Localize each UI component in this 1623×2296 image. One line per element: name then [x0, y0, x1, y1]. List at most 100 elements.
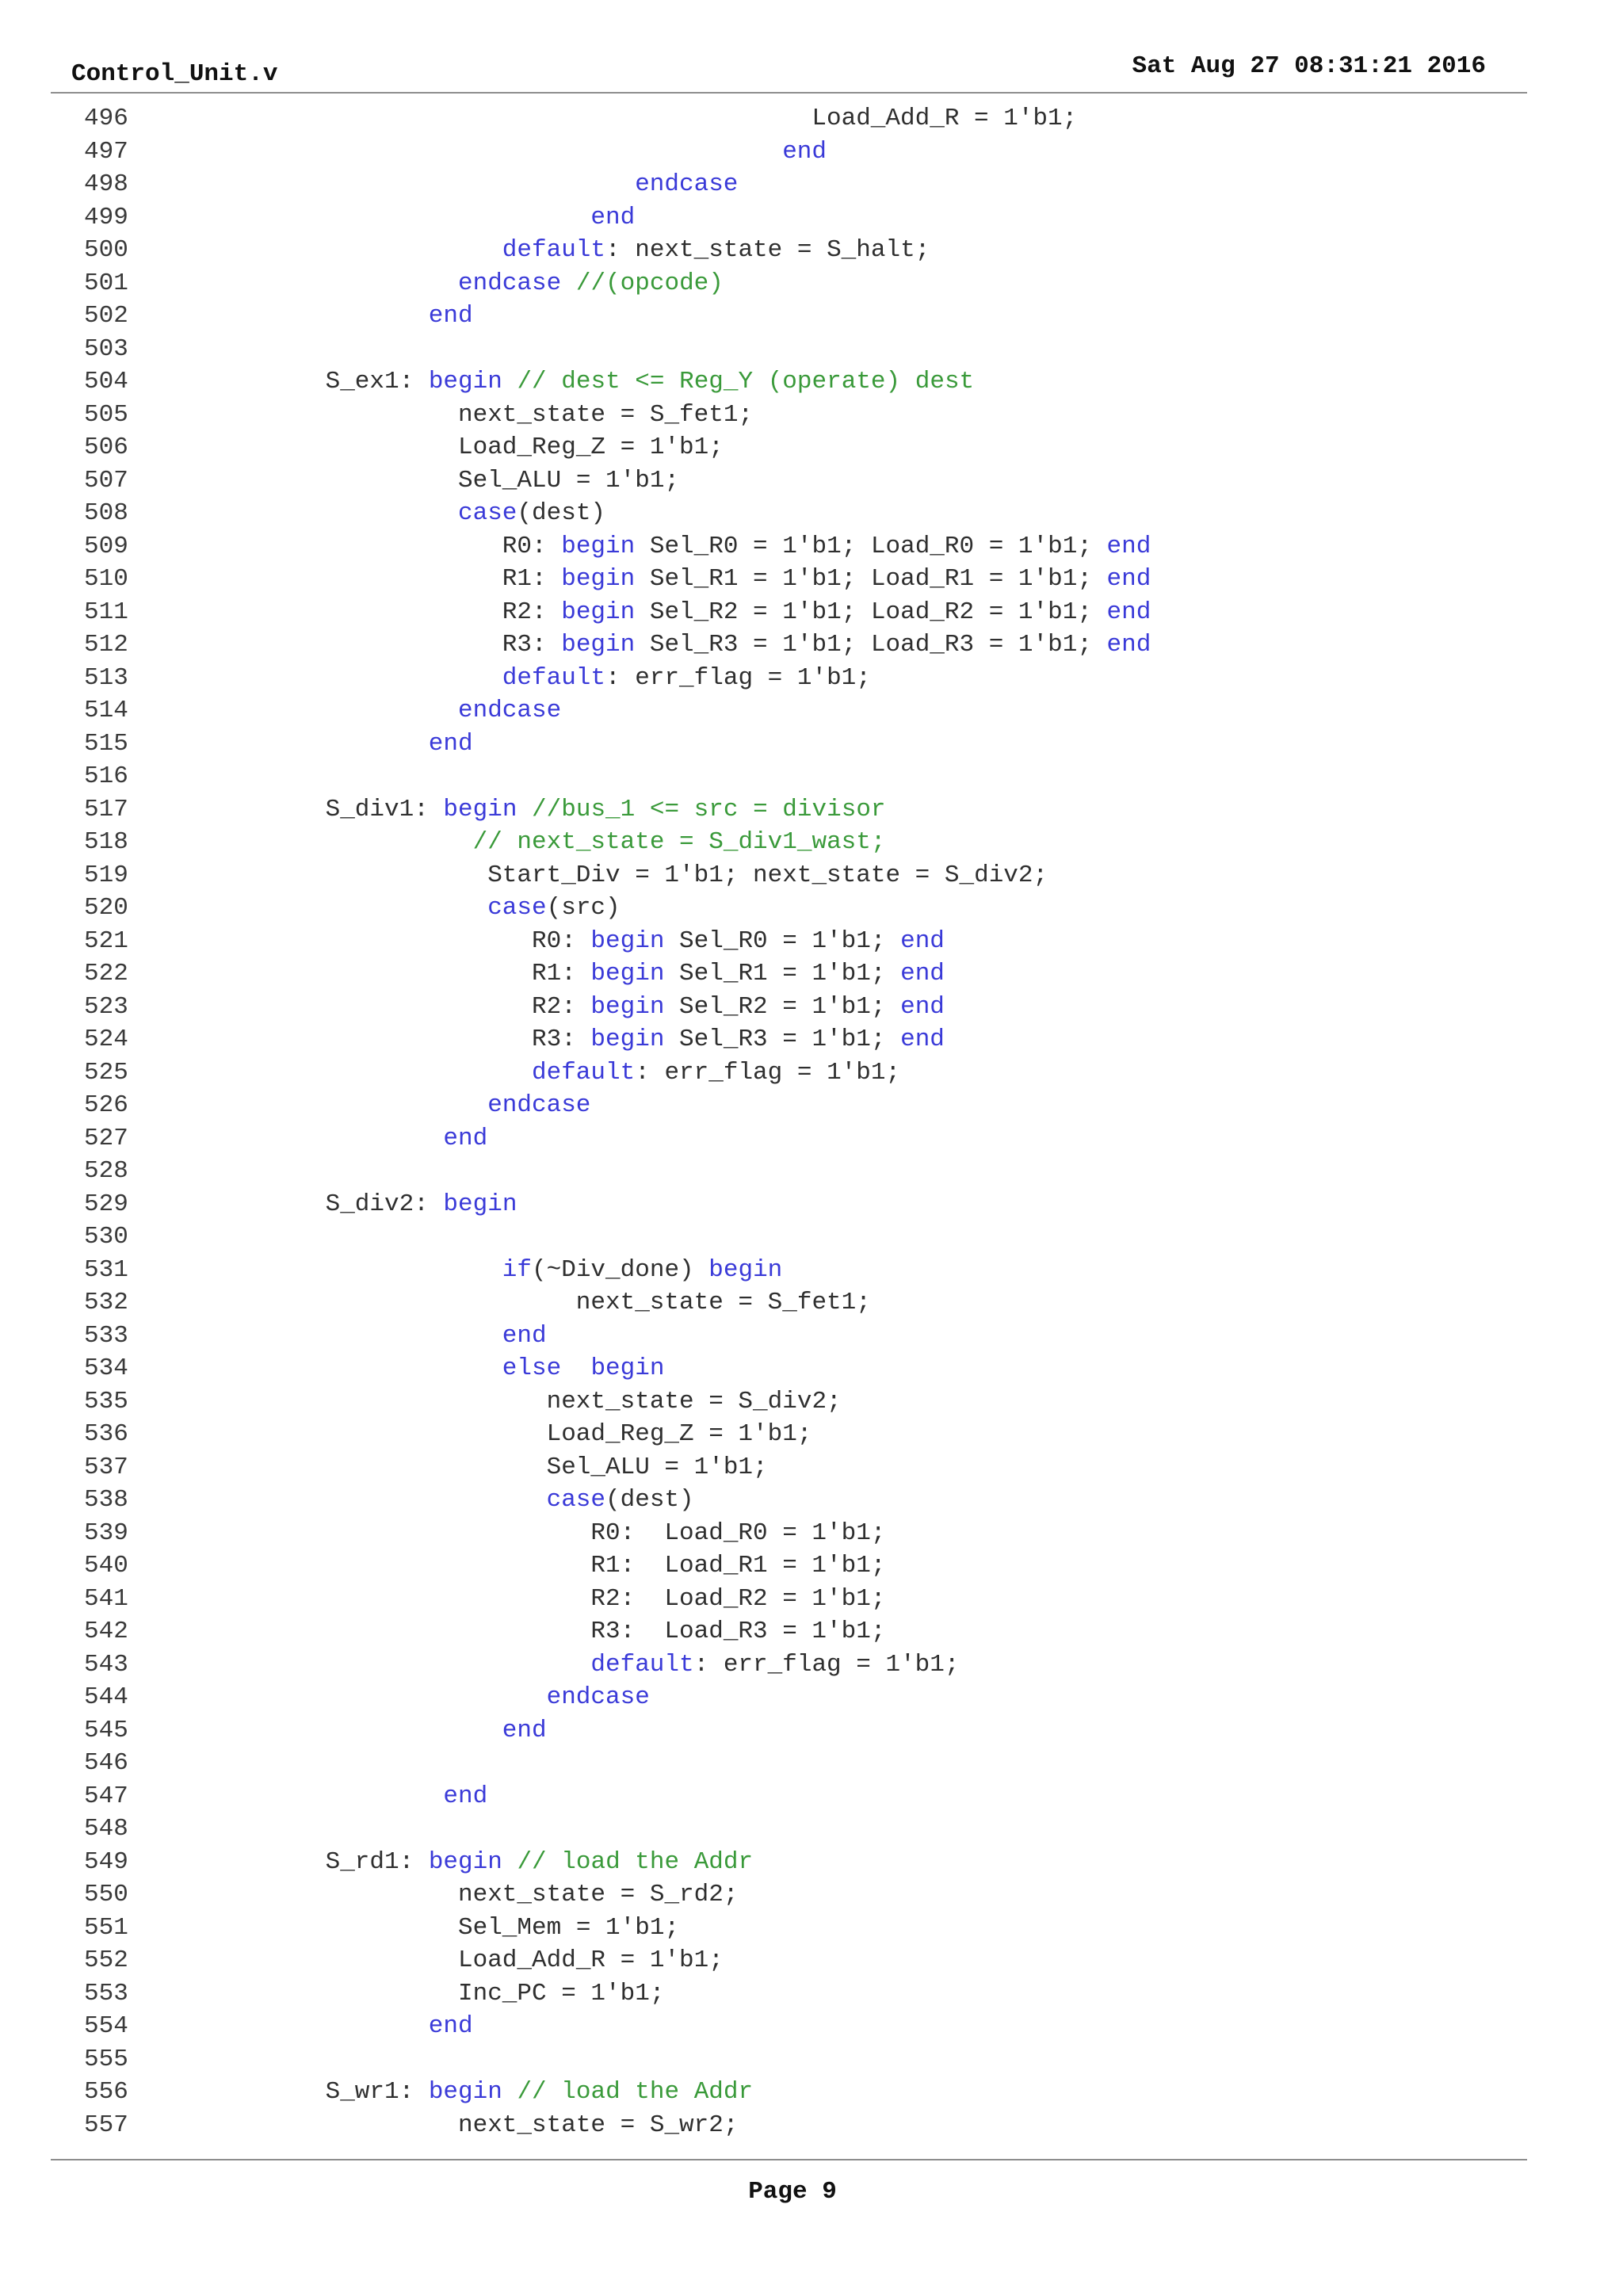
code-token: : err_flag = 1'b1;	[605, 663, 871, 692]
code-line: 513 default: err_flag = 1'b1;	[0, 662, 1623, 695]
code-line: 534 else begin	[0, 1352, 1623, 1385]
keyword-token: end	[782, 137, 827, 166]
line-number: 513	[84, 663, 128, 692]
code-token: S_div1:	[325, 795, 444, 823]
code-line: 540 R1: Load_R1 = 1'b1;	[0, 1549, 1623, 1583]
line-code: default: err_flag = 1'b1;	[502, 662, 871, 695]
code-token: : next_state = S_halt;	[605, 236, 930, 264]
code-token: Sel_R1 = 1'b1;	[664, 960, 901, 988]
code-token: next_state = S_fet1;	[575, 1289, 871, 1316]
code-token: next_state = S_wr2;	[458, 2111, 739, 2139]
keyword-token: begin	[590, 992, 665, 1021]
line-code: S_wr1: begin // load the Addr	[326, 2076, 754, 2109]
line-number: 531	[84, 1255, 128, 1284]
code-token: Sel_R1 = 1'b1; Load_R1 = 1'b1;	[635, 565, 1107, 593]
keyword-token: default	[502, 236, 606, 264]
keyword-token: end	[428, 302, 473, 330]
line-code: R0: begin Sel_R0 = 1'b1; end	[532, 925, 945, 958]
code-token: R2:	[532, 992, 591, 1021]
keyword-token: case	[458, 499, 517, 527]
line-code: Sel_ALU = 1'b1;	[547, 1451, 768, 1484]
code-line: 507 Sel_ALU = 1'b1;	[0, 464, 1623, 498]
comment-token: // dest <= Reg_Y (operate) dest	[517, 368, 975, 395]
line-number: 552	[84, 1946, 128, 1974]
line-number: 496	[84, 105, 128, 132]
line-number: 511	[84, 598, 128, 626]
line-number: 515	[84, 729, 128, 758]
code-line: 556 S_wr1: begin // load the Addr	[0, 2076, 1623, 2109]
line-code: case(src)	[487, 892, 620, 925]
keyword-token: begin	[590, 960, 665, 988]
code-line: 531 if(~Div_done) begin	[0, 1254, 1623, 1287]
code-listing: 496 Load_Add_R = 1'b1; 497 end 498 endcase 499…	[0, 102, 1623, 2141]
line-code: end	[443, 1780, 487, 1813]
code-token: R3: Load_R3 = 1'b1;	[590, 1618, 886, 1645]
code-token: Inc_PC = 1'b1;	[458, 1979, 665, 2008]
code-token: R2: Load_R2 = 1'b1;	[590, 1584, 886, 1613]
keyword-token: end	[502, 1716, 547, 1744]
keyword-token: end	[900, 960, 945, 988]
keyword-token: end	[1106, 565, 1151, 593]
code-line: 557 next_state = S_wr2;	[0, 2109, 1623, 2142]
code-token: S_ex1:	[325, 368, 429, 395]
code-line: 501 endcase //(opcode)	[0, 267, 1623, 300]
code-token: S_wr1:	[325, 2078, 429, 2106]
code-line: 527 end	[0, 1122, 1623, 1156]
code-token: next_state = S_rd2;	[458, 1881, 739, 1908]
code-line: 555	[0, 2043, 1623, 2076]
code-line: 496 Load_Add_R = 1'b1;	[0, 102, 1623, 136]
line-number: 524	[84, 1026, 128, 1053]
line-code: end	[590, 201, 635, 235]
line-code: next_state = S_fet1;	[576, 1286, 871, 1320]
line-code: else begin	[502, 1352, 665, 1385]
line-number: 504	[84, 368, 128, 395]
line-number: 508	[84, 499, 128, 527]
code-token: R2:	[502, 598, 562, 626]
code-token: (src)	[546, 894, 621, 922]
code-line: 533 end	[0, 1320, 1623, 1353]
line-code: endcase	[458, 694, 561, 728]
line-code: Sel_ALU = 1'b1;	[458, 464, 679, 498]
line-code: S_div1: begin //bus_1 <= src = divisor	[326, 793, 886, 827]
keyword-token: end	[428, 2012, 473, 2040]
comment-token: //bus_1 <= src = divisor	[532, 795, 886, 823]
code-line: 547 end	[0, 1780, 1623, 1813]
code-line: 510 R1: begin Sel_R1 = 1'b1; Load_R1 = 1'…	[0, 563, 1623, 596]
page-number: Page 9	[748, 2178, 837, 2206]
code-token: Load_Add_R = 1'b1;	[458, 1946, 724, 1974]
keyword-token: begin	[708, 1255, 783, 1284]
code-token: next_state = S_div2;	[546, 1387, 842, 1415]
keyword-token: endcase	[635, 170, 739, 198]
code-line: 509 R0: begin Sel_R0 = 1'b1; Load_R0 = 1'…	[0, 530, 1623, 563]
line-code: if(~Div_done) begin	[502, 1254, 782, 1287]
line-code: case(dest)	[547, 1484, 694, 1517]
line-number: 547	[84, 1782, 128, 1810]
line-number: 498	[84, 170, 128, 198]
code-line: 554 end	[0, 2010, 1623, 2043]
line-number: 499	[84, 203, 128, 231]
line-code: Load_Add_R = 1'b1;	[458, 1944, 724, 1977]
keyword-token: begin	[590, 1026, 665, 1053]
comment-token: // load the Addr	[517, 1847, 754, 1876]
line-number: 512	[84, 631, 128, 659]
code-token: Load_Reg_Z = 1'b1;	[546, 1420, 812, 1448]
code-token: S_rd1:	[325, 1847, 429, 1876]
line-code: end	[443, 1122, 487, 1156]
line-number: 514	[84, 697, 128, 724]
code-token: Sel_R0 = 1'b1; Load_R0 = 1'b1;	[635, 532, 1107, 560]
code-token: R1:	[532, 960, 591, 988]
code-line: 520 case(src)	[0, 892, 1623, 925]
line-code: end	[429, 2010, 473, 2043]
keyword-token: begin	[561, 565, 636, 593]
code-line: 503	[0, 333, 1623, 366]
code-token: R1: Load_R1 = 1'b1;	[590, 1552, 886, 1580]
code-token: Load_Add_R = 1'b1;	[812, 105, 1078, 132]
line-code: R3: begin Sel_R3 = 1'b1; end	[532, 1023, 945, 1056]
keyword-token: end	[443, 1124, 488, 1152]
keyword-token: begin	[590, 926, 665, 955]
code-line: 538 case(dest)	[0, 1484, 1623, 1517]
keyword-token: endcase	[487, 1091, 591, 1119]
